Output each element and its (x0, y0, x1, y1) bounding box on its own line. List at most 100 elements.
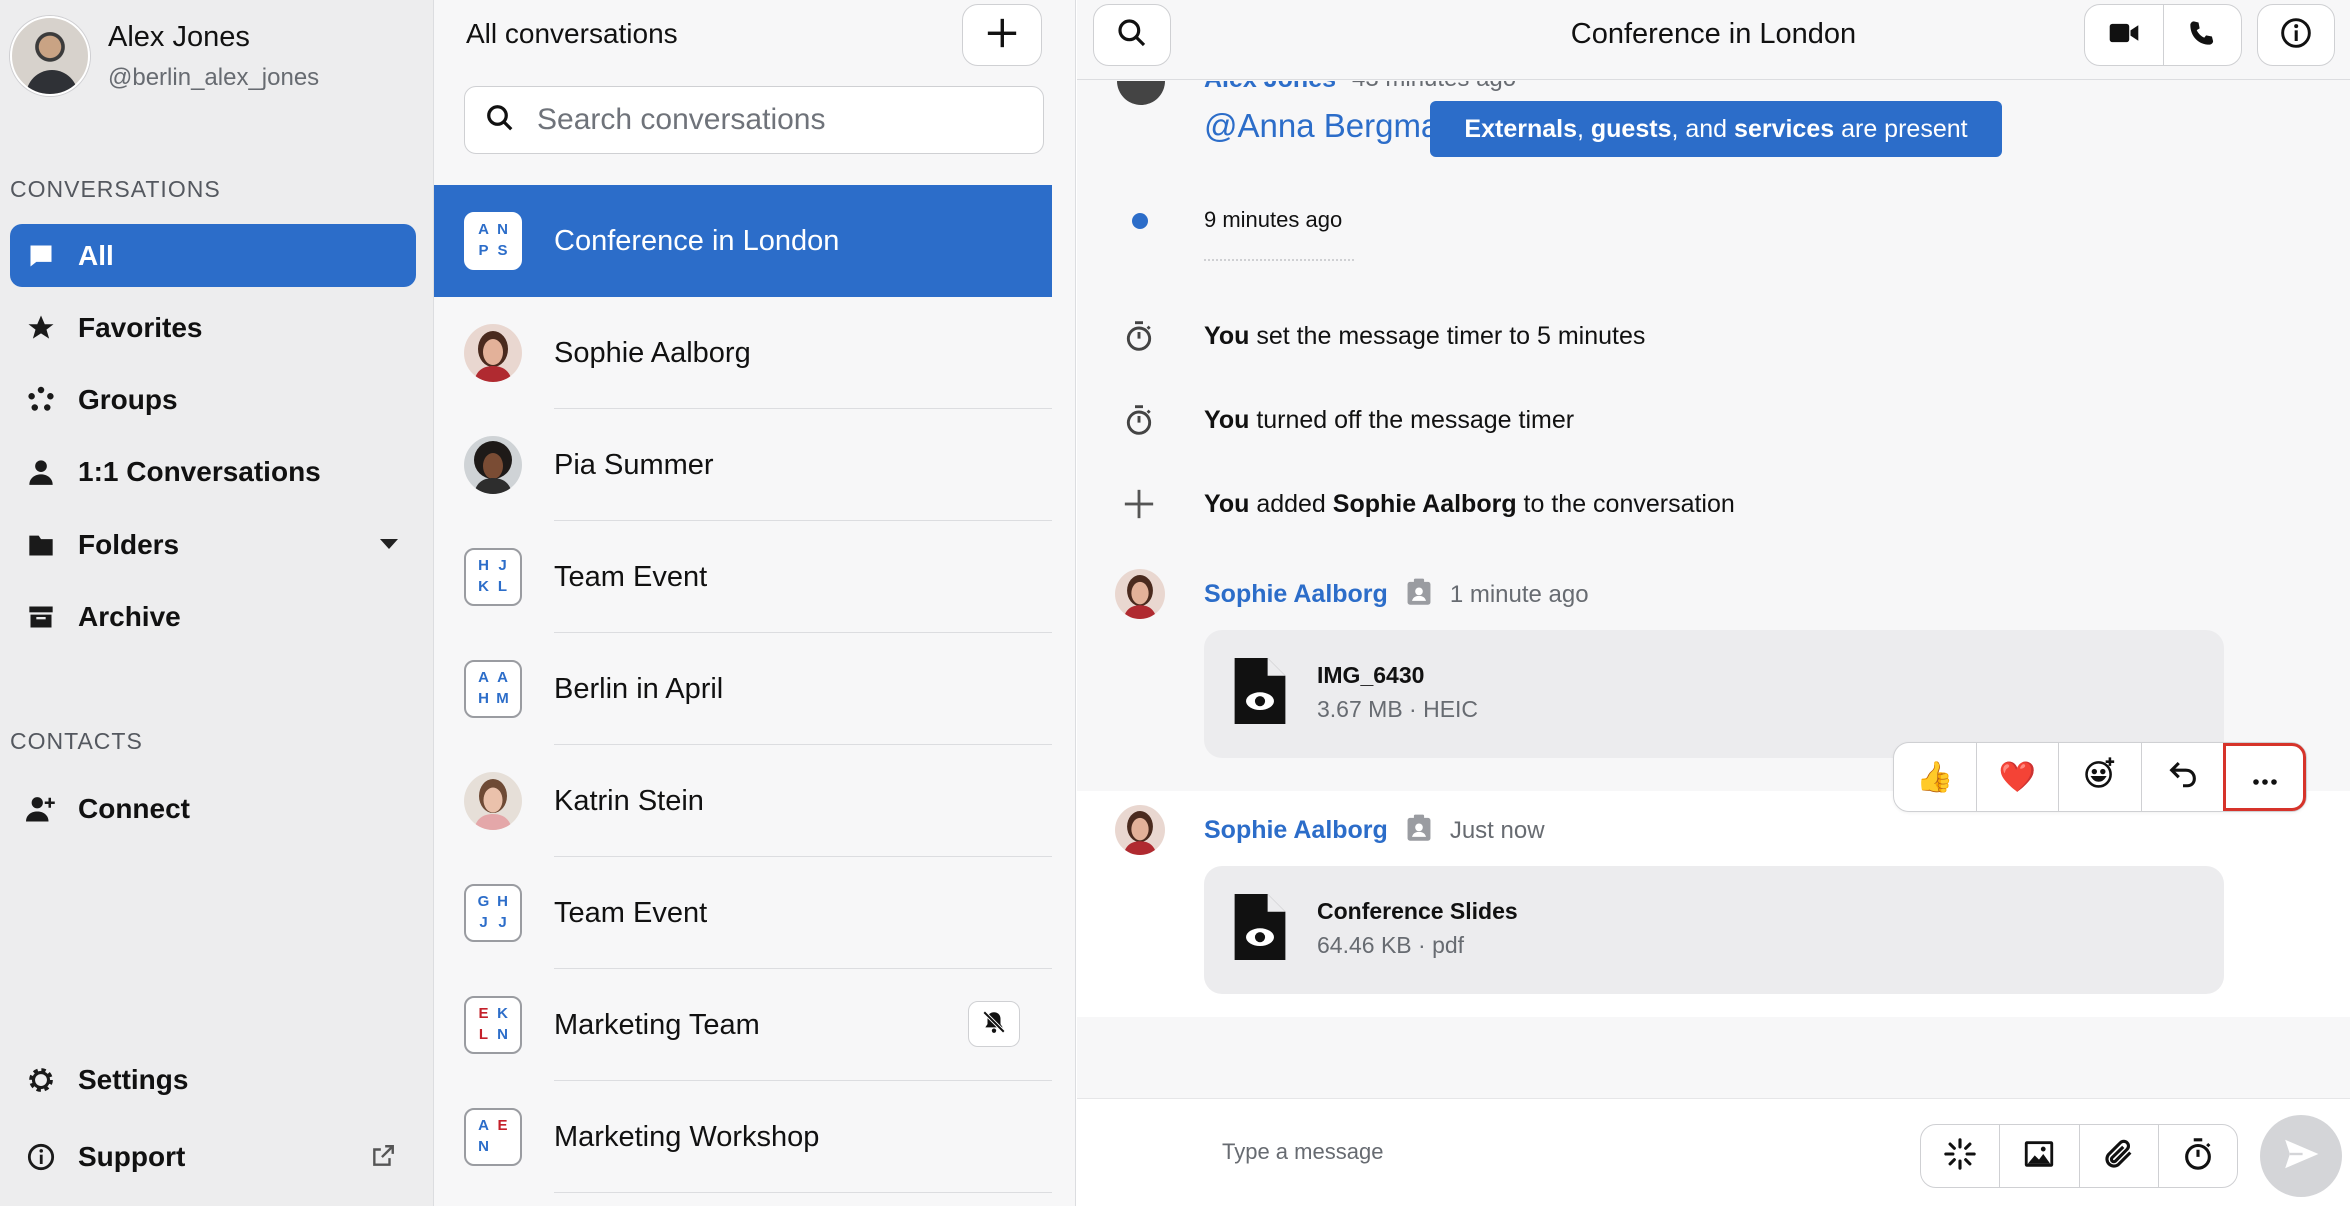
group-avatar: H J K L (464, 548, 522, 606)
ping-button[interactable] (1921, 1125, 1999, 1187)
group-avatar: G H J J (464, 884, 522, 942)
new-conversation-button[interactable] (962, 4, 1042, 66)
system-text: turned off the message timer (1249, 405, 1575, 434)
react-thumbs-up-button[interactable]: 👍 (1894, 743, 1976, 811)
conversation-item[interactable]: Sophie Aalborg (434, 297, 1052, 409)
guest-badge-icon (1406, 814, 1432, 847)
avatar (1117, 81, 1165, 105)
conversation-info-button[interactable] (2257, 4, 2335, 66)
system-message: You turned off the message timer (1077, 395, 2350, 445)
gear-icon (24, 1063, 58, 1097)
avatar-initial: E (497, 1117, 508, 1134)
sidebar-item-support[interactable]: Support (10, 1125, 416, 1188)
add-image-button[interactable] (1999, 1125, 2078, 1187)
conversation-item[interactable]: E K L N Marketing Team (434, 969, 1052, 1081)
more-options-button[interactable] (2223, 743, 2306, 811)
muted-notifications-button[interactable] (968, 1001, 1020, 1047)
sidebar-item-label: Folders (78, 528, 180, 560)
conversation-header: Conference in London (1077, 0, 2350, 80)
info-icon (2280, 17, 2312, 54)
sidebar-item-folders[interactable]: Folders (10, 513, 416, 576)
avatar-initial: E (478, 1005, 489, 1022)
message-time: 43 minutes ago (1352, 81, 1516, 93)
sidebar-item-label: All (78, 239, 114, 271)
conversation-item[interactable]: Katrin Stein (434, 745, 1052, 857)
chevron-down-icon[interactable] (380, 539, 398, 549)
group-avatar: A A H M (464, 660, 522, 718)
send-button[interactable] (2260, 1115, 2342, 1197)
sidebar-item-favorites[interactable]: Favorites (10, 296, 416, 359)
sidebar-item-groups[interactable]: Groups (10, 368, 416, 431)
conversations-section-label: CONVERSATIONS (10, 176, 221, 202)
avatar-initial: M (496, 690, 509, 707)
star-icon (24, 311, 58, 345)
user-profile[interactable]: Alex Jones @berlin_alex_jones (10, 16, 319, 96)
group-avatar: E K L N (464, 996, 522, 1054)
message-sender[interactable]: Sophie Aalborg (1204, 580, 1388, 609)
ping-icon (1943, 1137, 1977, 1176)
attach-file-button[interactable] (2078, 1125, 2158, 1187)
avatar[interactable] (10, 16, 90, 96)
avatar-initial: S (497, 242, 508, 259)
avatar-initial: N (497, 221, 508, 238)
message-sender[interactable]: Alex Jones (1204, 81, 1336, 94)
search-icon (485, 103, 515, 138)
react-heart-button[interactable]: ❤️ (1975, 743, 2059, 811)
sidebar-item-settings[interactable]: Settings (10, 1048, 416, 1111)
conversation-item[interactable]: A E N Marketing Workshop (434, 1081, 1052, 1193)
conversation-item[interactable]: A N P S Conference in London (434, 185, 1052, 297)
file-meta: 64.46 KB · pdf (1317, 932, 1465, 958)
reply-button[interactable] (2140, 743, 2224, 811)
sidebar-item-connect[interactable]: Connect (10, 777, 416, 840)
time-separator: 9 minutes ago (1204, 207, 1343, 232)
groups-icon (24, 383, 58, 417)
conversation-name: Pia Summer (554, 448, 714, 481)
video-call-button[interactable] (2085, 5, 2163, 65)
message-sender[interactable]: Sophie Aalborg (1204, 816, 1388, 845)
info-icon (24, 1140, 58, 1174)
conversation-list-title: All conversations (466, 18, 678, 49)
person-icon (24, 455, 58, 489)
sidebar-item-all[interactable]: All (10, 224, 416, 287)
add-reaction-button[interactable] (2058, 743, 2141, 811)
message-timer-button[interactable] (2157, 1125, 2237, 1187)
heart-icon: ❤️ (1998, 760, 2037, 794)
sidebar-item-label: Archive (78, 600, 181, 632)
search-conversations-box[interactable] (464, 86, 1044, 154)
conversation-item[interactable]: H J K L Team Event (434, 521, 1052, 633)
avatar (464, 436, 522, 494)
call-buttons (2084, 4, 2242, 66)
system-message: You set the message timer to 5 minutes (1077, 311, 2350, 361)
message-composer (1077, 1098, 2350, 1206)
external-link-icon (370, 1143, 396, 1176)
message-actions-bar: 👍 ❤️ (1893, 742, 2307, 812)
sidebar-item-label: Support (78, 1140, 186, 1172)
message-input[interactable] (1222, 1129, 1822, 1175)
tooltip-guests: guests (1590, 114, 1672, 143)
file-attachment[interactable]: Conference Slides 64.46 KB · pdf (1204, 866, 2224, 994)
system-target: Sophie Aalborg (1332, 489, 1517, 518)
search-input[interactable] (537, 103, 1017, 137)
sidebar-item-archive[interactable]: Archive (10, 585, 416, 648)
system-actor: You (1204, 405, 1250, 434)
message-time: Just now (1449, 816, 1545, 844)
avatar[interactable] (1115, 569, 1165, 619)
system-actor: You (1204, 489, 1250, 518)
conversation-name: Sophie Aalborg (554, 336, 751, 369)
ellipsis-icon (2252, 760, 2278, 794)
conversation-item[interactable]: G H J J Team Event (434, 857, 1052, 969)
message-list[interactable]: Alex Jones 43 minutes ago @Anna Bergman … (1077, 81, 2350, 1097)
contacts-section-label: CONTACTS (10, 728, 143, 754)
avatar (464, 772, 522, 830)
system-text: added (1249, 489, 1333, 518)
audio-call-button[interactable] (2162, 5, 2242, 65)
conversation-item[interactable]: Pia Summer (434, 409, 1052, 521)
sidebar-item-label: Settings (78, 1063, 189, 1095)
conversation-item[interactable]: A A H M Berlin in April (434, 633, 1052, 745)
tooltip-text: , and (1671, 114, 1735, 143)
mention-text[interactable]: @Anna Bergman (1204, 107, 1458, 145)
avatar[interactable] (1115, 805, 1165, 855)
group-avatar: A E N (464, 1108, 522, 1166)
sidebar-item-one-to-one[interactable]: 1:1 Conversations (10, 440, 416, 503)
file-attachment[interactable]: IMG_6430 3.67 MB · HEIC (1204, 630, 2224, 758)
